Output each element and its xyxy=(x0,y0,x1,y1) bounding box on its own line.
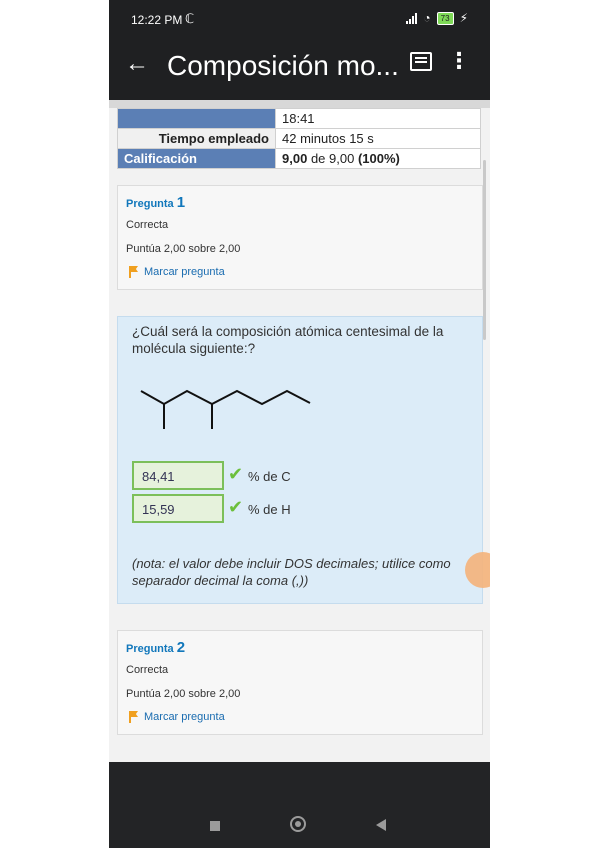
answer-c-input[interactable]: 84,41 xyxy=(132,461,224,490)
summary-table: 18:41 Tiempo empleado 42 minutos 15 s Ca… xyxy=(117,108,481,169)
question-1-info: Pregunta 1 Correcta Puntúa 2,00 sobre 2,… xyxy=(117,185,483,290)
message-icon[interactable] xyxy=(410,52,432,71)
flag-icon xyxy=(128,266,138,278)
system-nav-bar xyxy=(109,762,490,848)
status-icons: ◔ 73 ⚡ xyxy=(406,11,468,25)
question-2-info: Pregunta 2 Correcta Puntúa 2,00 sobre 2,… xyxy=(117,630,483,735)
flag-question-2-link[interactable]: Marcar pregunta xyxy=(128,711,225,723)
table-row: 18:41 xyxy=(117,108,481,129)
arrow-back-icon[interactable]: ← xyxy=(125,50,149,78)
grade-label: Calificación xyxy=(117,148,276,169)
question-2-score: Puntúa 2,00 sobre 2,00 xyxy=(126,688,241,700)
home-icon[interactable] xyxy=(290,816,306,832)
signal-icon xyxy=(406,12,418,24)
question-text: ¿Cuál será la composición atómica centes… xyxy=(132,324,444,356)
wifi-icon: ◔ xyxy=(423,11,431,25)
question-1-score: Puntúa 2,00 sobre 2,00 xyxy=(126,243,241,255)
back-nav-icon[interactable] xyxy=(376,819,386,831)
recents-icon[interactable] xyxy=(210,821,220,831)
table-row: Calificación 9,00 de 9,00 (100%) xyxy=(117,148,481,169)
dnd-icon: ℂ xyxy=(185,11,195,26)
status-bar: 12:22 PM ℂ ◔ 73 ⚡ xyxy=(109,0,490,40)
question-1-content: ¿Cuál será la composición atómica centes… xyxy=(117,316,483,604)
check-icon: ✔ xyxy=(228,497,244,517)
grade-percent: (100%) xyxy=(357,151,400,166)
question-note: (nota: el valor debe incluir DOS decimal… xyxy=(132,556,451,588)
phone-screen: 12:22 PM ℂ ◔ 73 ⚡ ← Composición mo... ⋮ … xyxy=(109,0,490,848)
elapsed-label: Tiempo empleado xyxy=(117,128,276,149)
scrollbar[interactable] xyxy=(483,160,486,340)
battery-icon: 73 xyxy=(436,11,454,25)
question-2-heading: Pregunta 2 xyxy=(126,639,186,656)
question-2-state: Correcta xyxy=(126,664,169,676)
elapsed-value: 42 minutos 15 s xyxy=(275,128,481,149)
answer-c-unit: % de C xyxy=(248,469,291,484)
grade-score: 9,00 xyxy=(282,151,308,166)
finish-time-value: 18:41 xyxy=(275,108,481,129)
more-vert-icon[interactable]: ⋮ xyxy=(448,50,470,72)
charging-icon: ⚡ xyxy=(459,11,468,25)
app-bar: ← Composición mo... ⋮ xyxy=(109,40,490,96)
flag-label: Marcar pregunta xyxy=(144,711,225,723)
grade-value: 9,00 de 9,00 (100%) xyxy=(275,148,481,169)
flag-label: Marcar pregunta xyxy=(144,266,225,278)
molecule-skeletal-diagram xyxy=(140,389,311,429)
flag-icon xyxy=(128,711,138,723)
page-title: Composición mo... xyxy=(167,50,399,81)
flag-question-1-link[interactable]: Marcar pregunta xyxy=(128,266,225,278)
grade-max: de 9,00 xyxy=(310,151,355,166)
answer-h-input[interactable]: 15,59 xyxy=(132,494,224,523)
cropped-status-strip xyxy=(109,100,490,108)
table-row: Tiempo empleado 42 minutos 15 s xyxy=(117,128,481,149)
check-icon: ✔ xyxy=(228,464,244,484)
answer-h-unit: % de H xyxy=(248,502,291,517)
webview-content: 18:41 Tiempo empleado 42 minutos 15 s Ca… xyxy=(109,100,490,762)
status-time: 12:22 PM xyxy=(131,13,183,27)
question-1-heading: Pregunta 1 xyxy=(126,194,186,211)
question-1-state: Correcta xyxy=(126,219,169,231)
